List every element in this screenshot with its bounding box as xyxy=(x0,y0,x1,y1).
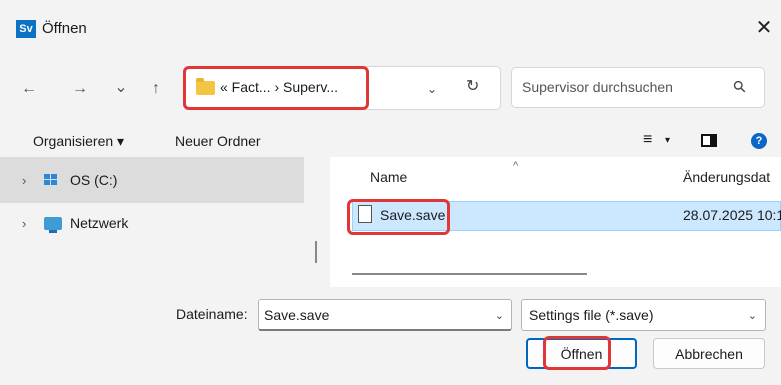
cancel-button[interactable]: Abbrechen xyxy=(653,338,765,369)
close-icon[interactable]: ✕ xyxy=(752,18,776,38)
help-icon[interactable]: ? xyxy=(751,133,767,149)
refresh-icon[interactable]: ↻ xyxy=(466,76,479,96)
app-icon: Sv xyxy=(16,20,36,38)
filename-label: Dateiname: xyxy=(176,306,248,322)
column-header-name[interactable]: Name xyxy=(370,169,407,185)
filetype-select[interactable]: Settings file (*.save) ⌄ xyxy=(521,299,766,331)
up-arrow-icon[interactable]: ↑ xyxy=(146,80,166,98)
new-folder-button[interactable]: Neuer Ordner xyxy=(175,133,261,149)
window-title: Öffnen xyxy=(42,20,87,37)
organize-button[interactable]: Organisieren ▾ xyxy=(33,133,124,150)
title-bar xyxy=(0,0,781,55)
nav-item-label: Netzwerk xyxy=(70,215,129,231)
chevron-right-icon[interactable]: › xyxy=(22,173,36,188)
back-arrow-icon[interactable]: ← xyxy=(19,80,39,98)
nav-item-label: OS (C:) xyxy=(70,172,118,188)
file-highlight-box xyxy=(347,199,450,235)
nav-item-os-c[interactable]: › OS (C:) xyxy=(22,172,117,188)
drive-icon xyxy=(44,174,62,186)
filename-field[interactable]: Save.save ⌄ xyxy=(258,299,512,331)
column-header-date[interactable]: Änderungsdat xyxy=(683,169,770,185)
filetype-value: Settings file (*.save) xyxy=(529,307,654,323)
address-dropdown-chevron-icon[interactable]: ⌄ xyxy=(427,82,437,96)
view-list-icon[interactable]: ≡ xyxy=(643,131,652,149)
nav-item-network[interactable]: › Netzwerk xyxy=(22,215,129,233)
chevron-right-icon[interactable]: › xyxy=(22,216,36,231)
horizontal-scrollbar[interactable] xyxy=(352,273,587,275)
search-placeholder: Supervisor durchsuchen xyxy=(522,79,673,95)
sort-caret-icon: ^ xyxy=(513,160,519,172)
view-chevron-icon[interactable]: ▾ xyxy=(665,135,670,146)
open-highlight-box xyxy=(543,336,611,370)
file-modified-date: 28.07.2025 10:1 xyxy=(683,207,781,223)
forward-arrow-icon[interactable]: → xyxy=(70,80,90,98)
nav-scrollbar[interactable] xyxy=(315,241,317,263)
preview-pane-icon[interactable] xyxy=(701,134,717,147)
chevron-down-icon[interactable]: ⌄ xyxy=(495,309,504,322)
recent-locations-chevron-icon[interactable]: ⌄ xyxy=(111,77,131,97)
filename-value[interactable]: Save.save xyxy=(264,307,329,323)
chevron-down-icon[interactable]: ⌄ xyxy=(748,309,757,322)
search-input[interactable]: Supervisor durchsuchen ⚲ xyxy=(511,67,765,108)
search-icon[interactable]: ⚲ xyxy=(729,76,751,98)
network-icon xyxy=(44,216,62,233)
address-highlight-box xyxy=(183,66,369,110)
